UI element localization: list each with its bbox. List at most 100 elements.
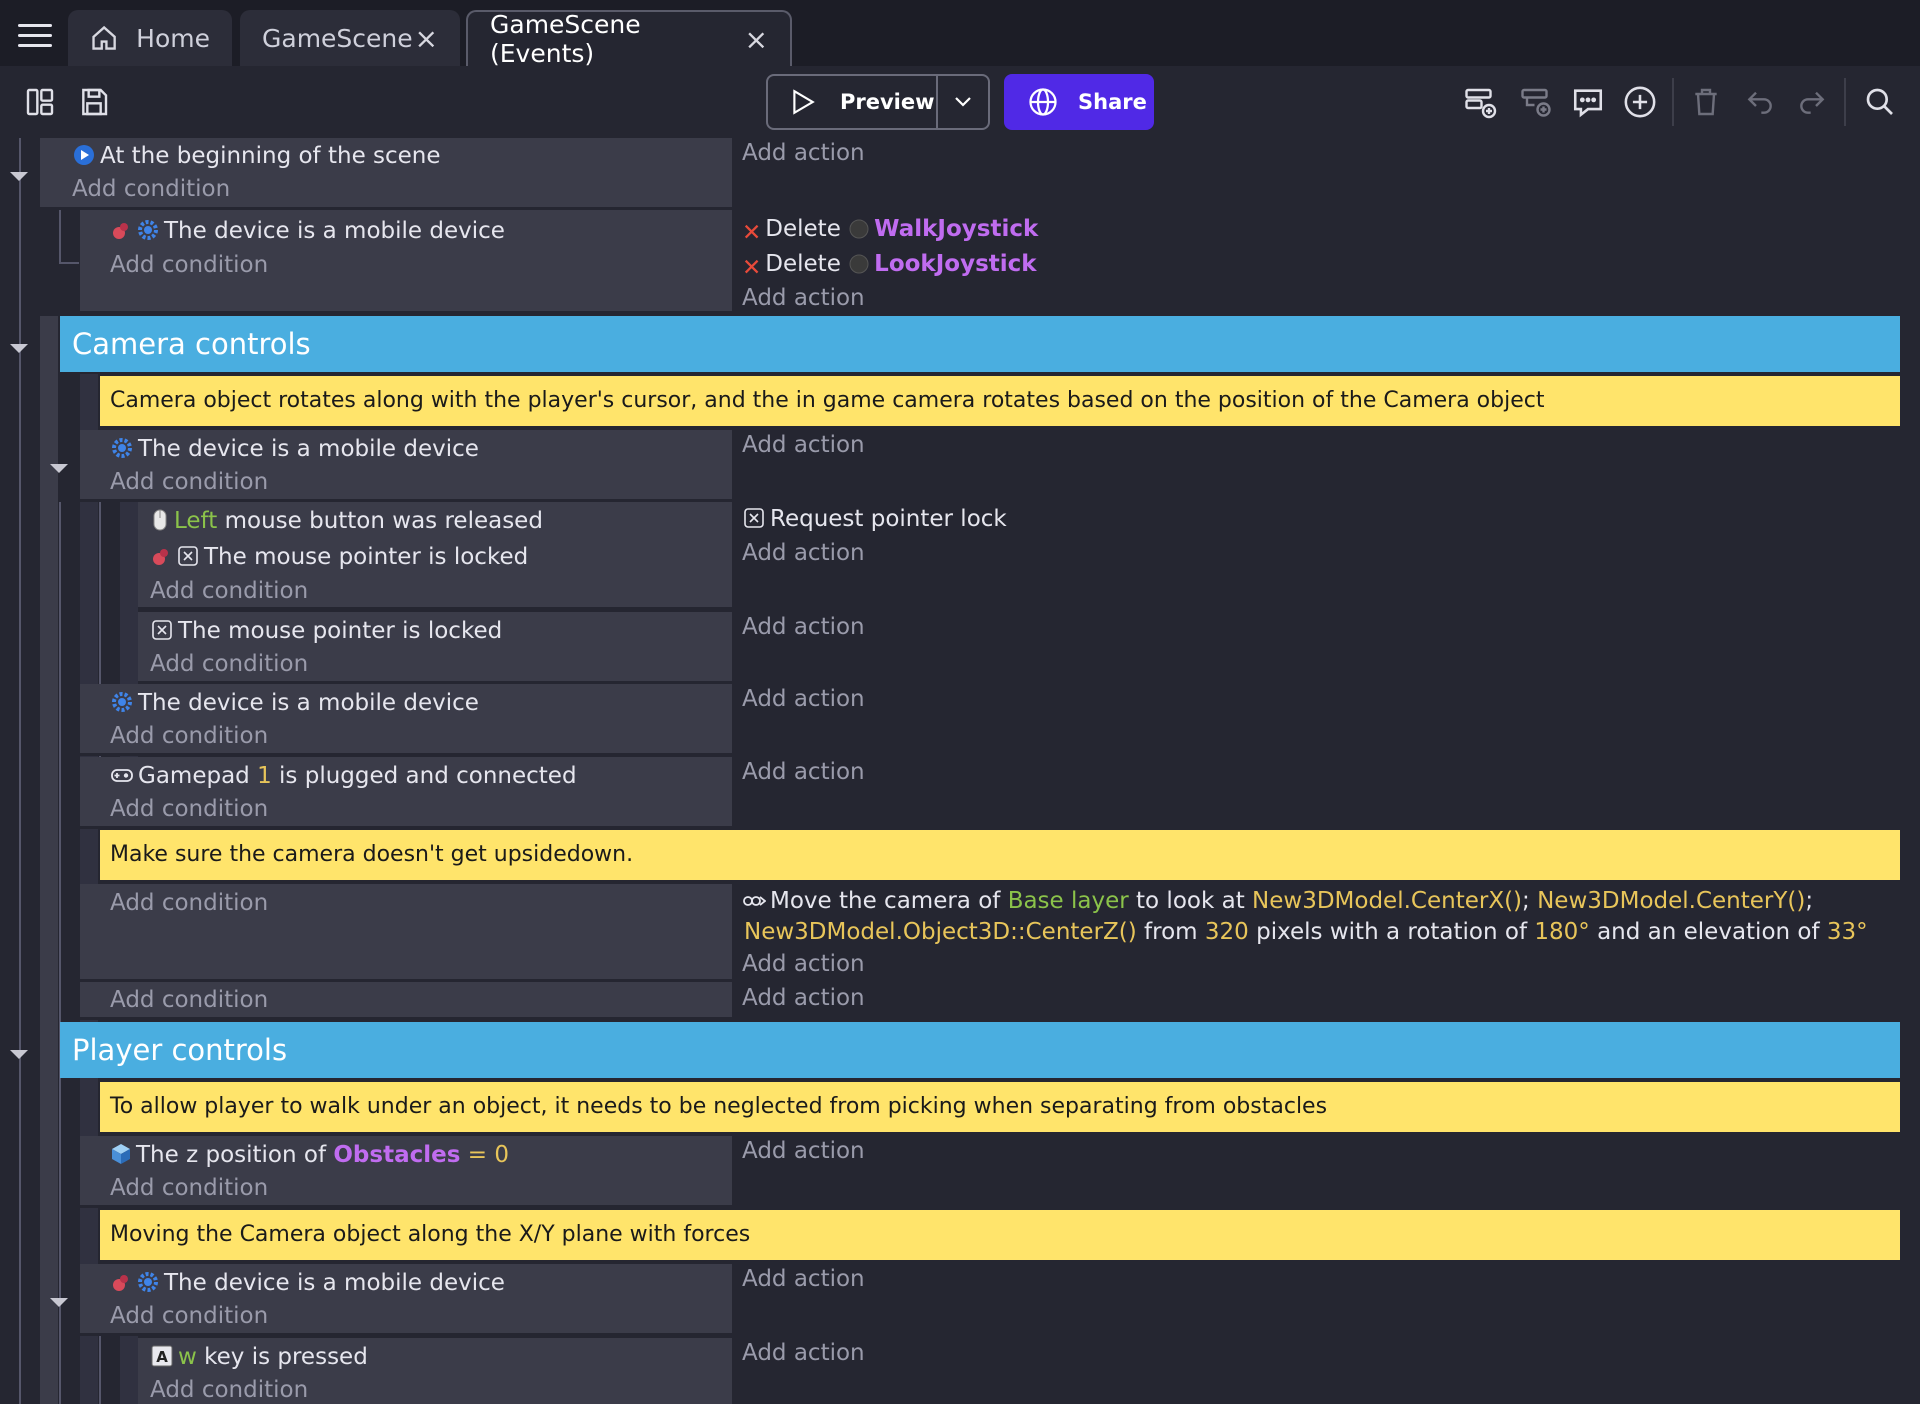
menu-icon[interactable]	[18, 24, 52, 47]
layout-icon[interactable]	[22, 84, 58, 120]
camera-look-icon	[743, 896, 766, 906]
collapse-caret[interactable]	[50, 1298, 68, 1307]
add-action[interactable]: Add action	[742, 949, 865, 979]
add-condition[interactable]: Add condition	[110, 1301, 268, 1331]
condition-block[interactable]: The mouse pointer is locked Add conditio…	[138, 612, 732, 684]
condition-mobile-device-inverted[interactable]: The device is a mobile device	[110, 1268, 505, 1298]
condition-block[interactable]: Add condition	[80, 884, 732, 982]
add-condition[interactable]: Add condition	[150, 649, 308, 679]
invert-icon	[113, 1275, 128, 1291]
add-condition[interactable]: Add condition	[110, 888, 268, 918]
keyboard-key-icon: A	[151, 1345, 173, 1367]
condition-z-position[interactable]: The z position of Obstacles = 0	[110, 1140, 509, 1170]
search-icon[interactable]	[1862, 84, 1898, 120]
toolbar: Preview Share	[0, 66, 1920, 138]
preview-dropdown[interactable]	[938, 96, 988, 108]
svg-text:A: A	[156, 1348, 168, 1366]
condition-block[interactable]: The z position of Obstacles = 0 Add cond…	[80, 1136, 732, 1208]
tab-gamescene-events[interactable]: GameScene (Events) ×	[466, 10, 792, 68]
add-event-icon[interactable]	[1462, 84, 1498, 120]
condition-gamepad-connected[interactable]: Gamepad 1 is plugged and connected	[110, 761, 577, 791]
add-condition[interactable]: Add condition	[110, 794, 268, 824]
add-action[interactable]: Add action	[742, 983, 865, 1013]
add-condition[interactable]: Add condition	[150, 576, 308, 606]
tab-gamescene[interactable]: GameScene ×	[240, 10, 460, 66]
add-comment-icon[interactable]	[1570, 84, 1606, 120]
pointer-lock-icon	[744, 508, 764, 528]
condition-block[interactable]: The device is a mobile device Add condit…	[80, 1264, 732, 1336]
subevent-bar	[120, 1336, 138, 1404]
group-player-controls[interactable]: Player controls	[60, 1022, 1900, 1078]
action-delete-lookjoystick[interactable]: ✕ Delete LookJoystick	[742, 249, 1037, 283]
condition-scene-start[interactable]: At the beginning of the scene	[72, 141, 441, 171]
group-bar	[40, 1022, 58, 1404]
condition-block[interactable]: Add condition	[80, 982, 732, 1020]
add-condition[interactable]: Add condition	[110, 250, 268, 280]
group-camera-controls[interactable]: Camera controls	[60, 316, 1900, 372]
add-condition[interactable]: Add condition	[110, 467, 268, 497]
condition-mouse-released[interactable]: Left mouse button was released	[150, 506, 543, 536]
comment-upsidedown[interactable]: Make sure the camera doesn't get upsided…	[100, 830, 1900, 880]
joystick-icon	[849, 254, 869, 274]
globe-icon	[1029, 88, 1057, 116]
undo-icon[interactable]	[1742, 84, 1778, 120]
comment-walk-under[interactable]: To allow player to walk under an object,…	[100, 1082, 1900, 1132]
condition-key-pressed[interactable]: Aw key is pressed	[150, 1342, 368, 1372]
trash-icon[interactable]	[1688, 84, 1724, 120]
add-action[interactable]: Add action	[742, 430, 865, 460]
action-move-camera-line2: New3DModel.Object3D::CenterZ() from 320 …	[744, 919, 1868, 945]
add-action[interactable]: Add action	[742, 283, 865, 313]
collapse-caret[interactable]	[10, 172, 28, 181]
delete-icon: ✕	[742, 220, 762, 246]
action-delete-walkjoystick[interactable]: ✕ Delete WalkJoystick	[742, 214, 1038, 248]
add-condition[interactable]: Add condition	[110, 985, 268, 1015]
redo-icon[interactable]	[1794, 84, 1830, 120]
condition-block[interactable]: The device is a mobile device Add condit…	[80, 210, 732, 314]
gear-icon	[138, 1272, 158, 1292]
tree-line	[99, 1336, 101, 1404]
share-button[interactable]: Share	[1004, 74, 1154, 130]
condition-block[interactable]: Gamepad 1 is plugged and connected Add c…	[80, 757, 732, 829]
condition-block[interactable]: The device is a mobile device Add condit…	[80, 684, 732, 756]
pointer-lock-icon	[152, 620, 172, 640]
comment-forces[interactable]: Moving the Camera object along the X/Y p…	[100, 1210, 1900, 1260]
collapse-caret[interactable]	[10, 1050, 28, 1059]
preview-button[interactable]: Preview	[766, 74, 990, 130]
add-condition[interactable]: Add condition	[150, 1375, 308, 1404]
close-icon[interactable]: ×	[745, 23, 768, 56]
add-action[interactable]: Add action	[742, 538, 865, 568]
add-condition[interactable]: Add condition	[72, 174, 230, 204]
pointer-lock-icon	[178, 546, 198, 566]
add-action[interactable]: Add action	[742, 1264, 865, 1294]
condition-mobile-device-inverted[interactable]: The device is a mobile device	[110, 216, 505, 246]
add-action[interactable]: Add action	[742, 1136, 865, 1166]
add-circle-icon[interactable]	[1622, 84, 1658, 120]
collapse-caret[interactable]	[10, 344, 28, 353]
action-request-pointer-lock[interactable]: Request pointer lock	[742, 504, 1007, 534]
close-icon[interactable]: ×	[415, 22, 438, 55]
toolbar-divider	[1672, 78, 1674, 126]
condition-block[interactable]: The device is a mobile device Add condit…	[80, 430, 732, 502]
add-subevent-icon[interactable]	[1518, 84, 1554, 120]
condition-pointer-locked[interactable]: The mouse pointer is locked	[150, 616, 502, 646]
condition-block[interactable]: At the beginning of the scene Add condit…	[40, 138, 732, 210]
joystick-icon	[849, 219, 869, 239]
action-move-camera[interactable]: Move the camera of Base layer to look at…	[742, 886, 1813, 916]
tab-gamescene-events-label: GameScene (Events)	[490, 10, 641, 68]
condition-pointer-locked-inverted[interactable]: The mouse pointer is locked	[150, 542, 528, 572]
save-icon[interactable]	[76, 84, 112, 120]
add-action[interactable]: Add action	[742, 138, 865, 168]
add-condition[interactable]: Add condition	[110, 721, 268, 751]
add-action[interactable]: Add action	[742, 612, 865, 642]
comment-camera[interactable]: Camera object rotates along with the pla…	[100, 376, 1900, 426]
add-condition[interactable]: Add condition	[110, 1173, 268, 1203]
add-action[interactable]: Add action	[742, 1338, 865, 1368]
add-action[interactable]: Add action	[742, 684, 865, 714]
add-action[interactable]: Add action	[742, 757, 865, 787]
tab-home[interactable]: Home	[68, 10, 232, 66]
condition-block[interactable]: Left mouse button was released The mouse…	[138, 502, 732, 610]
collapse-caret[interactable]	[50, 464, 68, 473]
condition-mobile-device[interactable]: The device is a mobile device	[110, 688, 479, 718]
condition-block[interactable]: Aw key is pressed Add condition	[138, 1338, 732, 1404]
condition-mobile-device[interactable]: The device is a mobile device	[110, 434, 479, 464]
